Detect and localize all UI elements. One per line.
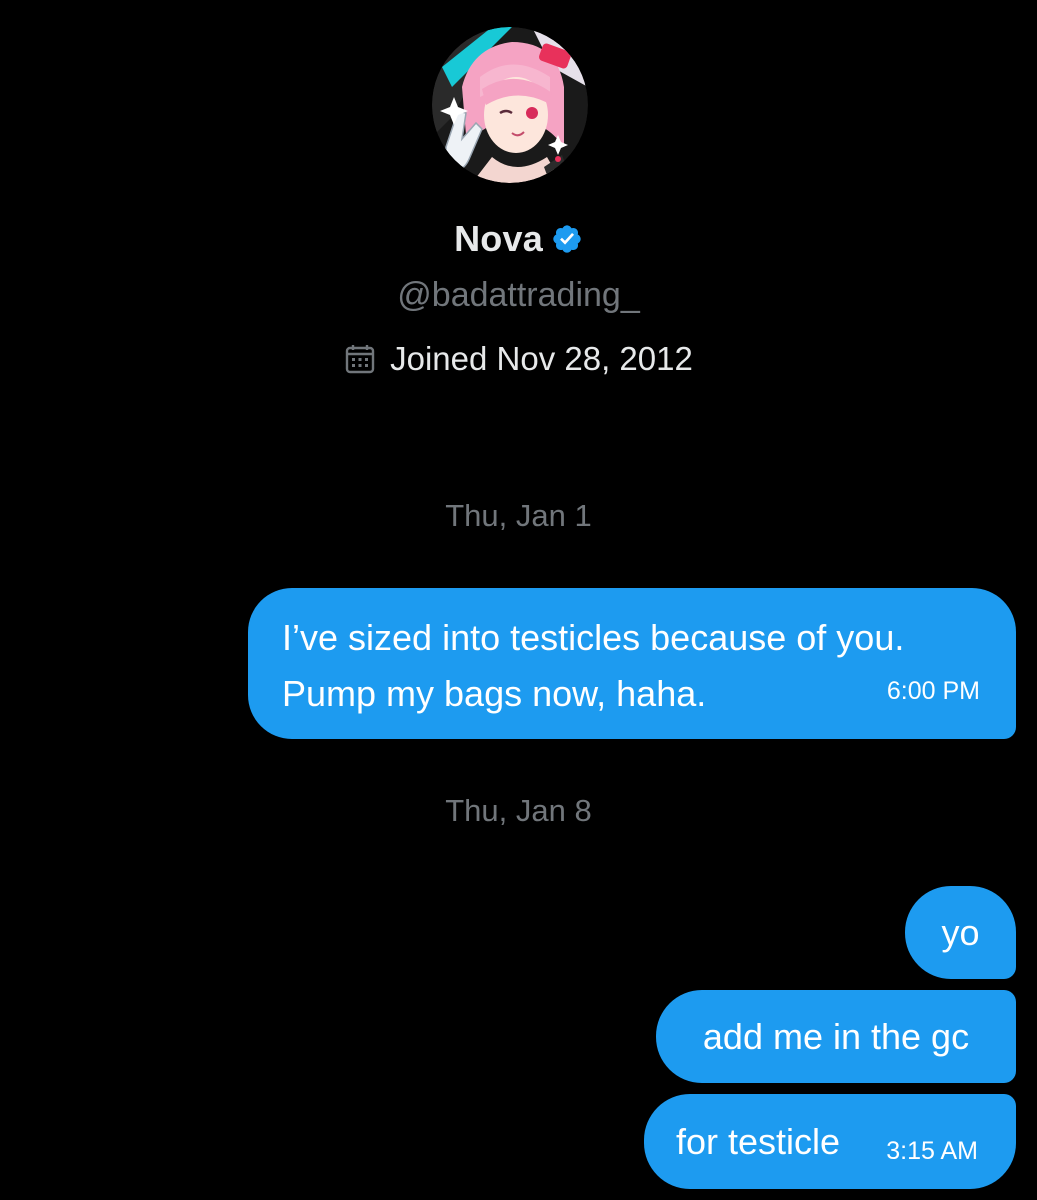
message-text: for testicle <box>676 1121 841 1162</box>
message-text: add me in the gc <box>702 1016 970 1057</box>
message-timestamp: 6:00 PM <box>886 677 980 705</box>
date-separator: Thu, Jan 8 <box>445 793 592 828</box>
message-bubble[interactable]: for testicle 3:15 AM <box>644 1094 1016 1189</box>
calendar-icon <box>344 343 376 375</box>
message-text-line: I’ve sized into testicles because of you… <box>282 617 905 658</box>
date-separator: Thu, Jan 1 <box>445 498 592 533</box>
message-text-line: Pump my bags now, haha. <box>282 673 707 714</box>
anime-avatar-image <box>432 27 588 183</box>
name-row: Nova <box>0 218 1037 260</box>
joined-row: Joined Nov 28, 2012 <box>0 340 1037 378</box>
verified-badge-icon <box>551 223 583 255</box>
joined-date: Joined Nov 28, 2012 <box>390 340 693 377</box>
message-bubble[interactable]: I’ve sized into testicles because of you… <box>248 588 1016 739</box>
profile-name[interactable]: Nova <box>454 218 543 260</box>
message-timestamp: 3:15 AM <box>886 1137 978 1165</box>
profile-handle[interactable]: @badattrading_ <box>0 276 1037 315</box>
message-bubble[interactable]: yo <box>905 886 1016 979</box>
message-text: yo <box>941 912 980 953</box>
avatar[interactable] <box>432 27 588 183</box>
message-bubble[interactable]: add me in the gc <box>656 990 1016 1083</box>
